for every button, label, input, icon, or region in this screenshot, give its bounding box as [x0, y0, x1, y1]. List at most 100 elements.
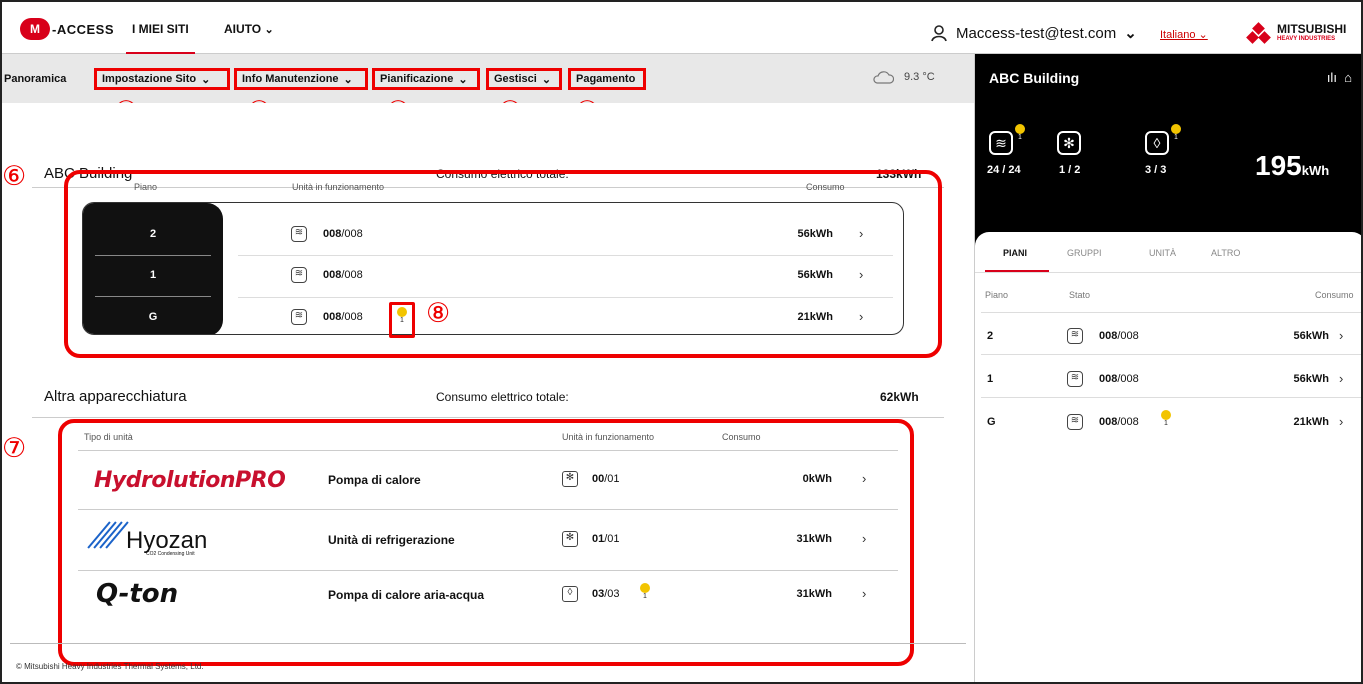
three-diamonds-icon [1246, 22, 1271, 44]
snowflake-icon: ✻ [1057, 131, 1081, 155]
water-drop-icon: ◊ [562, 586, 578, 602]
hydrolution-pro-logo: HydrolutionPRO [94, 468, 286, 493]
floor-consumption: 56kWh [797, 228, 833, 240]
tab-other[interactable]: ALTRO [1211, 248, 1240, 258]
divider [981, 312, 1361, 313]
annotation-8: ⑧ [426, 298, 451, 329]
floor-label: 1 [149, 269, 157, 281]
subnav-site-settings[interactable]: Impostazione Sito ⌄ [94, 68, 230, 90]
units-total: /008 [1117, 416, 1139, 428]
tab-my-sites[interactable]: I MIEI SITI [126, 22, 195, 54]
stat-value: 3 / 3 [1145, 164, 1167, 176]
divider [95, 255, 211, 256]
chevron-right-icon[interactable]: › [1339, 328, 1343, 343]
mitsubishi-logo: MITSUBISHI HEAVY INDUSTRIES [1246, 22, 1346, 44]
alert-count: 1 [1018, 134, 1022, 141]
tab-groups[interactable]: GRUPPI [1067, 248, 1102, 258]
chevron-right-icon[interactable]: › [1339, 371, 1343, 386]
floor-consumption: 56kWh [1293, 330, 1329, 342]
chevron-right-icon[interactable]: › [859, 309, 863, 324]
floor-label: 1 [987, 373, 994, 385]
equipment-name: Unità di refrigerazione [328, 533, 455, 547]
subnav-label: Gestisci [494, 73, 537, 85]
language-select[interactable]: Italiano ⌄ [1160, 28, 1208, 41]
subnav-label: Info Manutenzione [242, 73, 339, 85]
floor-label: G [987, 416, 996, 428]
units-total: /008 [1117, 373, 1139, 385]
units-on: 008 [1099, 373, 1118, 385]
units-total: /03 [604, 588, 620, 600]
units-on: 008 [1099, 416, 1118, 428]
alert-bulb-icon[interactable]: 1 [1015, 124, 1025, 141]
subnav-label: Impostazione Sito [102, 73, 197, 85]
other-total: 62kWh [880, 390, 919, 404]
alert-count: 1 [643, 593, 647, 600]
main-content: ABC Building Consumo elettrico totale: 1… [2, 103, 974, 682]
snowflake-icon: ✻ [562, 471, 578, 487]
units-count: 008/008 [1099, 373, 1139, 385]
col-consumption: Consumo [1315, 290, 1354, 300]
chevron-right-icon[interactable]: › [1339, 414, 1343, 429]
col-consumption: Consumo [806, 182, 845, 192]
equipment-consumption: 0kWh [802, 473, 832, 485]
m-access-logo[interactable]: M -ACCESS [20, 16, 114, 42]
floor-column: 2 1 G [83, 203, 223, 334]
total-consumption: 195kWh [1255, 150, 1329, 182]
units-count: 00/01 [592, 473, 620, 485]
floor-label: 2 [987, 330, 994, 342]
floor-list: 2 1 G ≋ 008/008 56kWh › ≋ 008/008 56kWh … [82, 202, 904, 335]
total-value: 195 [1255, 150, 1302, 181]
chevron-right-icon[interactable]: › [862, 586, 866, 601]
chevron-down-icon: ⌄ [201, 73, 211, 86]
stat-value: 1 / 2 [1059, 164, 1081, 176]
air-conditioner-icon: ≋ [1067, 328, 1083, 344]
units-on: 008 [1099, 330, 1118, 342]
site-summary-panel: ABC Building ılı ⌂ ≋ 1 24 / 24 ✻ 1 / 2 ◊… [974, 54, 1361, 682]
units-on: 01 [592, 533, 605, 545]
units-total: /01 [604, 473, 620, 485]
active-tab-indicator [985, 270, 1049, 272]
divider [78, 509, 898, 510]
chevron-right-icon[interactable]: › [859, 267, 863, 282]
tab-units[interactable]: UNITÀ [1149, 248, 1176, 258]
chevron-right-icon[interactable]: › [862, 471, 866, 486]
subnav-scheduling[interactable]: Pianificazione ⌄ [372, 68, 480, 90]
hyozan-mark-icon [87, 520, 129, 550]
subnav-maintenance-info[interactable]: Info Manutenzione ⌄ [234, 68, 368, 90]
divider [10, 643, 966, 644]
units-count: 03/03 [592, 588, 620, 600]
subnav-manage[interactable]: Gestisci ⌄ [486, 68, 562, 90]
other-title: Altra apparecchiatura [44, 388, 187, 405]
cloud-icon [873, 71, 894, 84]
units-count: 01/01 [592, 533, 620, 545]
bar-chart-icon[interactable]: ılı ⌂ [1327, 70, 1352, 85]
tab-help[interactable]: AIUTO ⌄ [224, 22, 274, 36]
divider [78, 450, 898, 451]
units-count: 008/008 [323, 311, 363, 323]
units-total: /008 [1117, 330, 1139, 342]
alert-bulb-icon[interactable]: 1 [1171, 124, 1181, 141]
chevron-down-icon: ⌄ [1124, 25, 1137, 42]
equipment-consumption: 31kWh [796, 588, 832, 600]
units-total: /008 [341, 311, 363, 323]
summary-card: PIANI GRUPPI UNITÀ ALTRO Piano Stato Con… [975, 232, 1361, 682]
chevron-right-icon[interactable]: › [859, 226, 863, 241]
units-count: 008/008 [1099, 416, 1139, 428]
equipment-name: Pompa di calore [328, 473, 421, 487]
divider [238, 255, 893, 256]
tab-floors[interactable]: PIANI [1003, 248, 1027, 258]
alert-bulb-icon[interactable]: 1 [640, 583, 650, 600]
logo-text: -ACCESS [52, 21, 115, 37]
divider [975, 272, 1361, 273]
alert-bulb-icon[interactable]: 1 [397, 307, 407, 324]
user-menu[interactable]: Maccess-test@test.com ⌄ [930, 24, 1137, 42]
chevron-right-icon[interactable]: › [862, 531, 866, 546]
alert-bulb-icon[interactable]: 1 [1161, 410, 1171, 427]
subnav-overview[interactable]: Panoramica [4, 68, 71, 90]
divider [981, 354, 1361, 355]
subnav-payment[interactable]: Pagamento [568, 68, 646, 90]
app-frame: M -ACCESS I MIEI SITI AIUTO ⌄ Maccess-te… [0, 0, 1363, 684]
q-ton-logo: Q-ton [96, 579, 179, 609]
chevron-down-icon: ⌄ [343, 73, 353, 86]
col-unit-type: Tipo di unità [84, 432, 133, 442]
